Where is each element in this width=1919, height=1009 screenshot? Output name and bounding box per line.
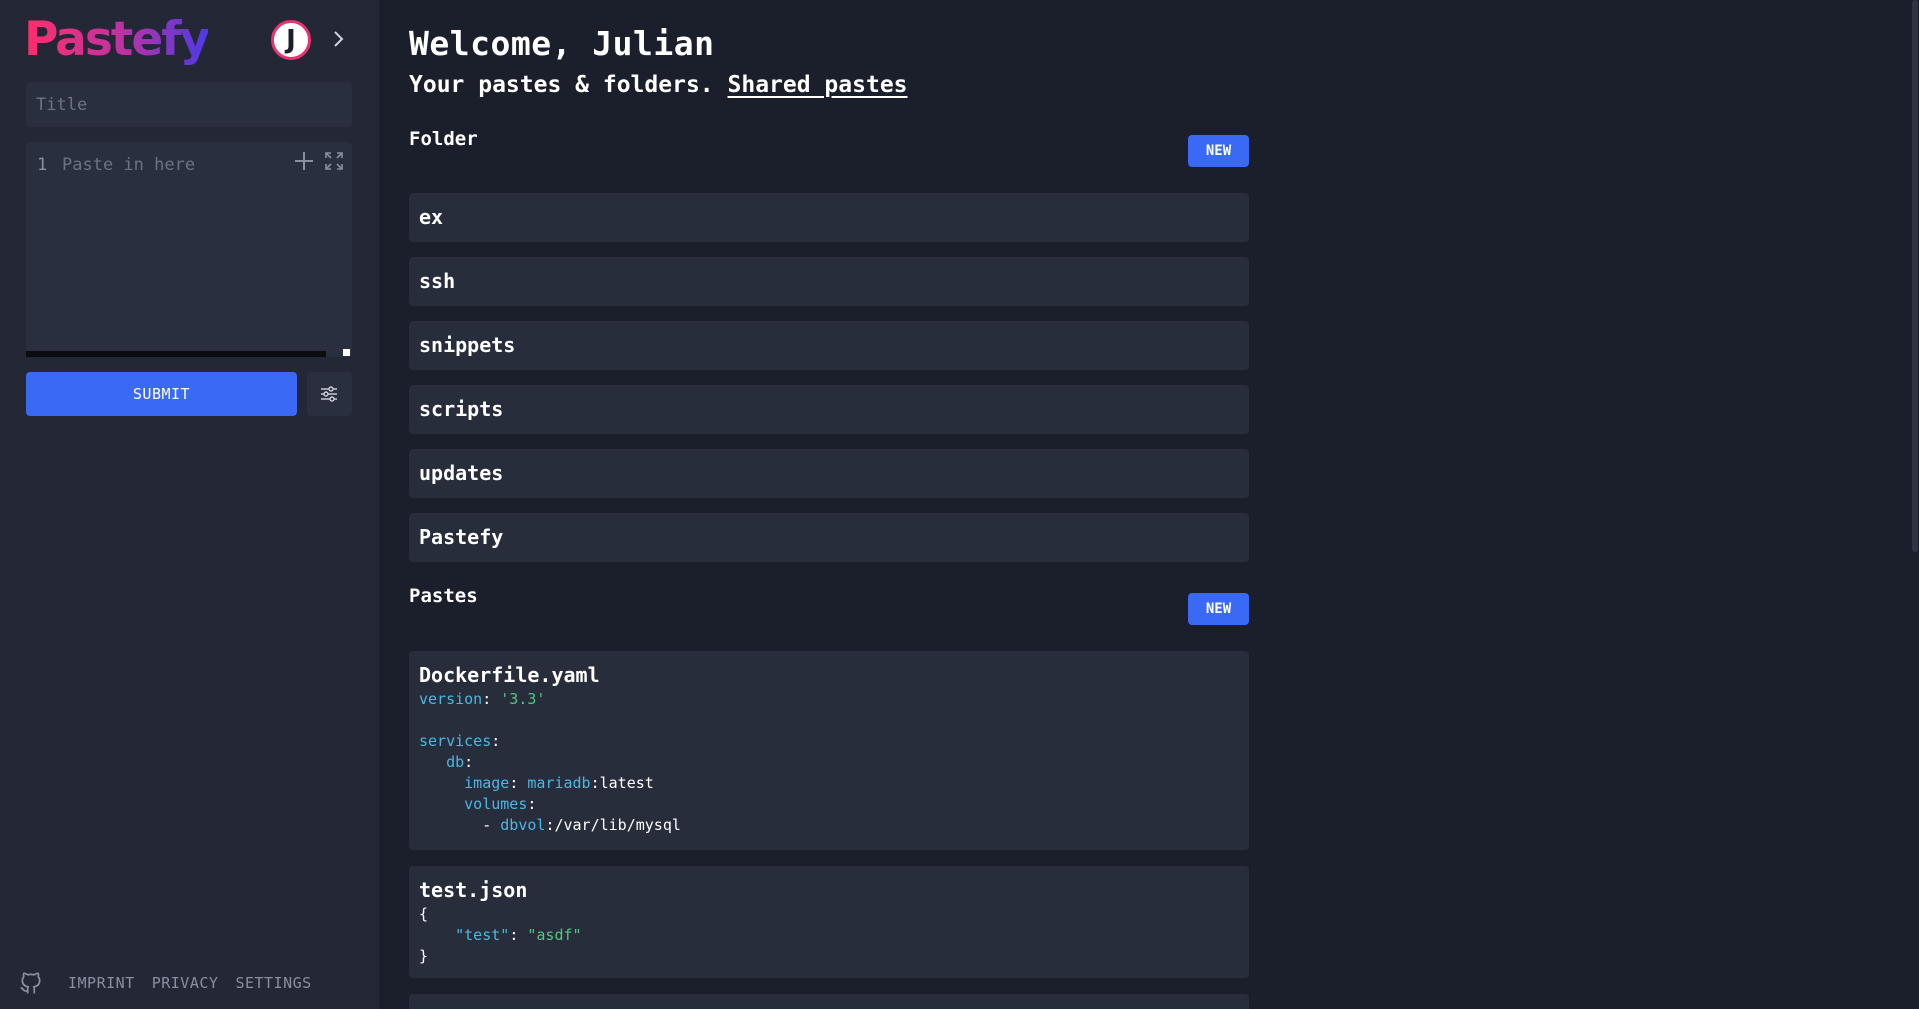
sidebar-footer: IMPRINT PRIVACY SETTINGS xyxy=(18,968,329,998)
folder-item[interactable]: ex xyxy=(409,193,1249,242)
folder-item[interactable]: snippets xyxy=(409,321,1249,370)
editor-scrollbar[interactable] xyxy=(26,351,326,357)
sidebar: Pastefy J 1 Paste in here SUBMIT xyxy=(0,0,379,1009)
folder-item[interactable]: updates xyxy=(409,449,1249,498)
pastes-title: Pastes xyxy=(409,585,478,607)
scrollbar-thumb[interactable] xyxy=(1912,0,1918,552)
editor-placeholder: Paste in here xyxy=(62,155,196,175)
submit-button[interactable]: SUBMIT xyxy=(26,372,297,416)
paste-preview: { "test": "asdf" } xyxy=(419,905,582,965)
paste-title: Dockerfile.yaml xyxy=(419,663,600,687)
footer-link-privacy[interactable]: PRIVACY xyxy=(152,974,219,992)
folder-item[interactable]: scripts xyxy=(409,385,1249,434)
folders-title: Folder xyxy=(409,128,478,150)
paste-card[interactable]: Dockerfile.yaml version: '3.3' services:… xyxy=(409,651,1249,850)
line-number: 1 xyxy=(37,155,48,175)
page-title: Welcome, Julian xyxy=(409,24,715,63)
folder-item[interactable]: ssh xyxy=(409,257,1249,306)
github-icon[interactable] xyxy=(18,970,44,996)
paste-card[interactable] xyxy=(409,994,1249,1009)
new-folder-button[interactable]: NEW xyxy=(1188,135,1249,167)
paste-editor[interactable]: 1 Paste in here xyxy=(26,142,352,357)
title-input[interactable] xyxy=(26,82,352,127)
page-scrollbar[interactable] xyxy=(1909,0,1919,1009)
avatar[interactable]: J xyxy=(271,20,311,60)
expand-icon[interactable] xyxy=(324,151,344,171)
logo[interactable]: Pastefy xyxy=(24,12,210,68)
new-paste-button[interactable]: NEW xyxy=(1188,593,1249,625)
paste-title: test.json xyxy=(419,878,528,902)
footer-link-imprint[interactable]: IMPRINT xyxy=(68,974,135,992)
folder-item[interactable]: Pastefy xyxy=(409,513,1249,562)
paste-preview: version: '3.3' services: db: image: mari… xyxy=(419,690,681,834)
shared-pastes-link[interactable]: Shared pastes xyxy=(728,72,908,98)
page-subtitle: Your pastes & folders. Shared pastes xyxy=(409,72,908,98)
footer-link-settings[interactable]: SETTINGS xyxy=(235,974,311,992)
paste-options-button[interactable] xyxy=(307,372,352,416)
subtitle-text: Your pastes & folders. xyxy=(409,72,714,98)
main-content: Welcome, Julian Your pastes & folders. S… xyxy=(379,0,1919,1009)
chevron-right-icon[interactable] xyxy=(331,26,347,52)
paste-card[interactable]: test.json { "test": "asdf" } xyxy=(409,866,1249,978)
plus-icon[interactable] xyxy=(293,150,315,172)
sliders-icon xyxy=(321,386,337,402)
resize-handle[interactable] xyxy=(343,349,350,356)
